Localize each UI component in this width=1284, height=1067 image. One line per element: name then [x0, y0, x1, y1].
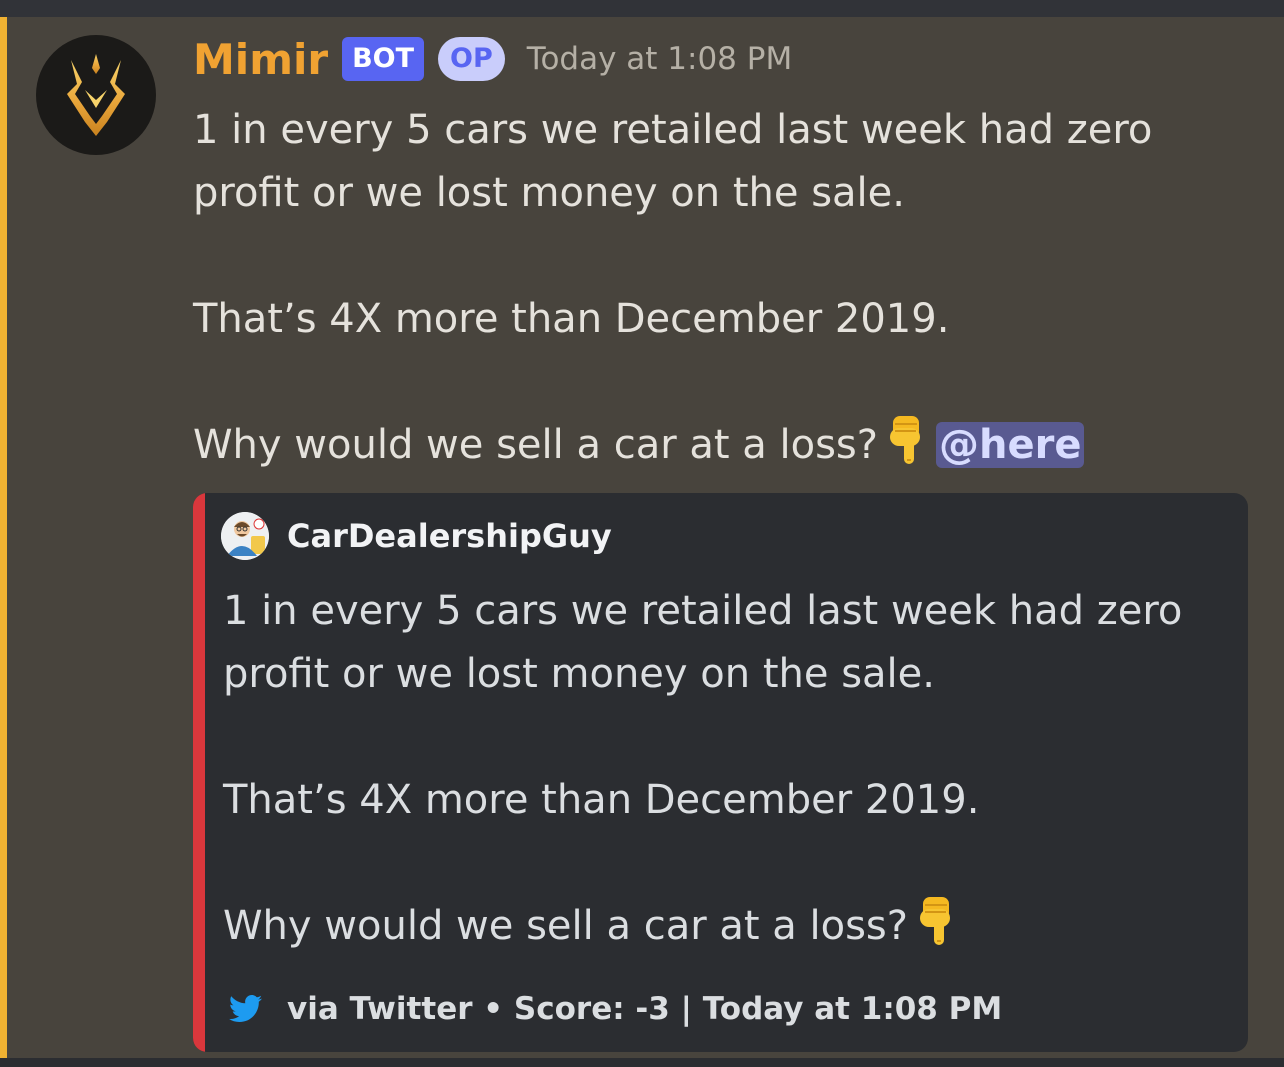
message-line: 1 in every 5 cars we retailed last week … — [193, 107, 1153, 153]
message-line: That’s 4X more than December 2019. — [193, 296, 950, 342]
embed-line: profit or we lost money on the sale. — [223, 651, 935, 697]
embed-line-with-emoji: Why would we sell a car at a loss? — [223, 895, 1182, 966]
embed-author-name[interactable]: CarDealershipGuy — [287, 517, 612, 555]
backhand-index-pointing-down-icon — [916, 895, 956, 966]
embed-footer: via Twitter • Score: -3 | Today at 1:08 … — [229, 991, 1002, 1027]
bot-message[interactable]: Mimir BOT OP Today at 1:08 PM 1 in every… — [0, 17, 1284, 1058]
op-tag: OP — [438, 37, 505, 81]
chat-background-top — [0, 0, 1284, 17]
message-line: profit or we lost money on the sale. — [193, 170, 905, 216]
bot-tag: BOT — [342, 37, 425, 81]
embed-author[interactable]: CarDealershipGuy — [221, 512, 612, 560]
embed-author-avatar[interactable] — [221, 512, 269, 560]
message-content: 1 in every 5 cars we retailed last week … — [193, 99, 1253, 485]
avatar[interactable] — [36, 35, 156, 155]
highlight-accent-bar — [0, 17, 7, 1058]
message-header: Mimir BOT OP Today at 1:08 PM — [193, 33, 792, 85]
cartoon-dealer-avatar-icon — [221, 512, 269, 560]
message-line-with-mention: Why would we sell a car at a loss? @here — [193, 414, 1253, 485]
mimir-logo-icon — [67, 54, 125, 136]
author-name[interactable]: Mimir — [193, 35, 328, 84]
twitter-embed[interactable]: CarDealershipGuy 1 in every 5 cars we re… — [193, 493, 1248, 1052]
embed-line: That’s 4X more than December 2019. — [223, 777, 980, 823]
message-timestamp[interactable]: Today at 1:08 PM — [527, 41, 792, 77]
embed-line: Why would we sell a car at a loss? — [223, 903, 908, 949]
backhand-index-pointing-down-icon — [886, 414, 926, 485]
message-line: Why would we sell a car at a loss? — [193, 422, 878, 468]
embed-description: 1 in every 5 cars we retailed last week … — [223, 580, 1182, 966]
chat-background-bottom — [0, 1058, 1284, 1067]
embed-color-bar — [193, 493, 205, 1052]
embed-line: 1 in every 5 cars we retailed last week … — [223, 588, 1183, 634]
twitter-bird-icon — [229, 995, 262, 1022]
discord-message-frame: Mimir BOT OP Today at 1:08 PM 1 in every… — [0, 0, 1284, 1067]
embed-footer-text: via Twitter • Score: -3 | Today at 1:08 … — [287, 991, 1003, 1027]
here-mention[interactable]: @here — [936, 422, 1085, 468]
